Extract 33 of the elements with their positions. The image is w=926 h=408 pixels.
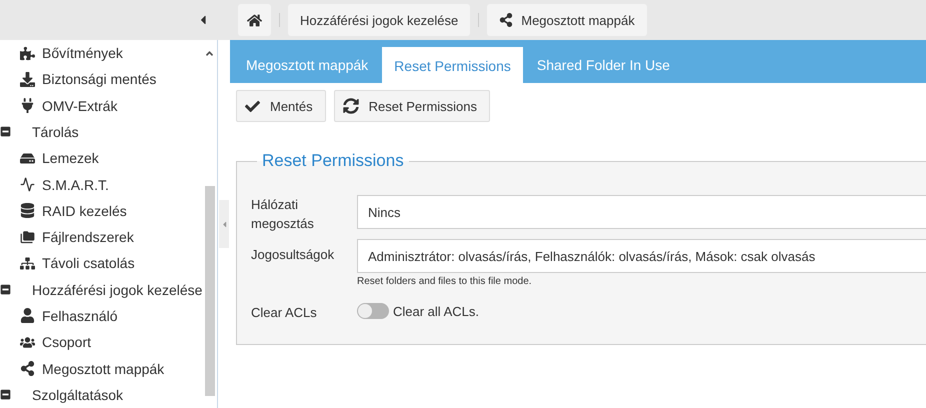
save-button[interactable]: Mentés (236, 90, 326, 122)
breadcrumb-button[interactable]: Megosztott mappák (487, 4, 647, 36)
sidebar-group[interactable]: Hozzáférési jogok kezelése (0, 276, 217, 303)
sidebar-item[interactable]: Fájlrendszerek (0, 224, 217, 250)
sidebar-item[interactable]: Távoli csatolás (0, 250, 217, 277)
share-icon (499, 13, 514, 27)
sidebar-item[interactable]: Lemezek (0, 145, 217, 172)
section-title: Reset Permissions (261, 151, 405, 171)
sidebar-item[interactable]: Felhasználó (0, 302, 217, 330)
sidebar-item[interactable]: Biztonsági mentés (0, 66, 217, 93)
breadcrumb-button[interactable]: Hozzáférési jogok kezelése (288, 4, 470, 36)
sidebar-item[interactable]: Bővítmények (0, 40, 217, 66)
reset-button[interactable]: Reset Permissions (334, 90, 490, 122)
home-button[interactable] (238, 4, 271, 36)
field-label: Clear ACLs (251, 304, 318, 322)
field-label: Hálózati megosztás (251, 196, 315, 233)
panel-toggle[interactable] (219, 200, 229, 248)
refresh-icon (342, 98, 359, 114)
sidebar-item[interactable]: OMV-Extrák (0, 92, 217, 119)
sidebar-group[interactable]: Tárolás (0, 118, 217, 146)
home-icon (247, 12, 262, 28)
select-field[interactable]: Nincs (357, 195, 926, 229)
sidebar-group[interactable]: Szolgáltatások (0, 382, 217, 408)
select-field[interactable]: Adminisztrátor: olvasás/írás, Felhasználók: olvasás/írás, Mások: csak olvasás (357, 239, 926, 273)
scrollbar-thumb[interactable] (205, 186, 215, 396)
sidebar-item[interactable]: RAID kezelés (0, 198, 217, 224)
sidebar-item[interactable]: Csoport (0, 329, 217, 356)
sidebar-item[interactable]: S.M.A.R.T. (0, 171, 217, 198)
field-hint: Reset folders and files to this file mode. (357, 276, 533, 287)
toggle-switch[interactable] (357, 303, 389, 319)
switch-label: Clear all ACLs. (393, 304, 479, 318)
check-icon (245, 98, 260, 114)
sidebar-item[interactable]: Megosztott mappák (0, 355, 217, 382)
